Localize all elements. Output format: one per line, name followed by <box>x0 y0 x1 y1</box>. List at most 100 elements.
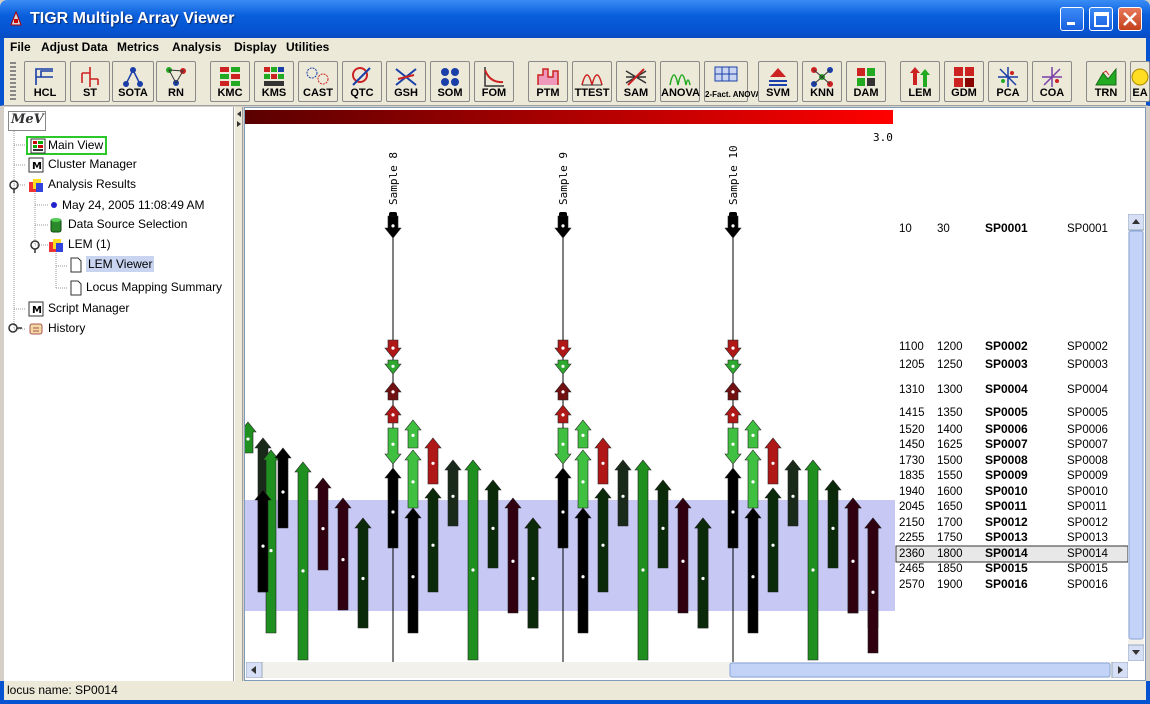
locus-id-cell[interactable]: SP0005 <box>1067 407 1108 419</box>
toolbar-st-button[interactable]: ST <box>70 61 110 102</box>
locus-end-cell[interactable]: 30 <box>937 223 950 235</box>
locus-name-cell[interactable]: SP0005 <box>985 405 1028 419</box>
locus-id-cell[interactable]: SP0004 <box>1067 384 1109 396</box>
tree-locus-summary[interactable]: Locus Mapping Summary <box>68 280 222 296</box>
menu-adjust-data[interactable]: Adjust Data <box>41 40 108 54</box>
tree-script-manager[interactable]: M Script Manager <box>28 301 129 317</box>
toolbar-cast-button[interactable]: CAST <box>298 61 338 102</box>
locus-name-cell[interactable]: SP0008 <box>985 453 1028 467</box>
locus-start-cell[interactable]: 2570 <box>899 579 925 591</box>
locus-start-cell[interactable]: 2360 <box>899 548 925 560</box>
locus-end-cell[interactable]: 1750 <box>937 532 963 544</box>
locus-end-cell[interactable]: 1500 <box>937 455 963 467</box>
locus-end-cell[interactable]: 1600 <box>937 486 963 498</box>
toolbar-kms-button[interactable]: KMS <box>254 61 294 102</box>
locus-end-cell[interactable]: 1350 <box>937 407 963 419</box>
toolbar-anova-button[interactable]: ANOVA <box>660 61 700 102</box>
locus-end-cell[interactable]: 1550 <box>937 470 963 482</box>
locus-id-cell[interactable]: SP0008 <box>1067 455 1108 467</box>
locus-end-cell[interactable]: 1625 <box>937 439 963 451</box>
locus-start-cell[interactable]: 1415 <box>899 407 925 419</box>
toolbar-ea-button[interactable]: EA <box>1130 61 1150 102</box>
toolbar-gsh-button[interactable]: GSH <box>386 61 426 102</box>
locus-id-cell[interactable]: SP0009 <box>1067 470 1108 482</box>
locus-id-cell[interactable]: SP0013 <box>1067 532 1108 544</box>
tree-data-source[interactable]: Data Source Selection <box>48 217 187 233</box>
toolbar-hcl-button[interactable]: HCL <box>24 61 66 102</box>
locus-end-cell[interactable]: 1850 <box>937 563 963 575</box>
toolbar-coa-button[interactable]: COA <box>1032 61 1072 102</box>
tree-history[interactable]: History <box>28 321 85 335</box>
locus-name-cell[interactable]: SP0006 <box>985 422 1028 436</box>
locus-arrow[interactable] <box>404 449 422 509</box>
menu-utilities[interactable]: Utilities <box>286 40 329 54</box>
locus-name-cell[interactable]: SP0009 <box>985 468 1028 482</box>
locus-start-cell[interactable]: 1205 <box>899 359 925 371</box>
locus-arrow[interactable] <box>764 437 782 485</box>
menu-metrics[interactable]: Metrics <box>117 40 159 54</box>
panel-splitter[interactable] <box>234 107 243 681</box>
menu-display[interactable]: Display <box>234 40 277 54</box>
locus-end-cell[interactable]: 1400 <box>937 424 963 436</box>
expand-analysis-icon[interactable] <box>7 178 23 194</box>
locus-end-cell[interactable]: 1900 <box>937 579 963 591</box>
locus-start-cell[interactable]: 1450 <box>899 439 925 451</box>
locus-name-cell[interactable]: SP0014 <box>985 546 1028 560</box>
minimize-button[interactable] <box>1060 7 1084 31</box>
locus-id-cell[interactable]: SP0006 <box>1067 424 1108 436</box>
toolbar-grip[interactable] <box>10 62 16 102</box>
locus-start-cell[interactable]: 2465 <box>899 563 925 575</box>
toolbar-rn-button[interactable]: RN <box>156 61 196 102</box>
toolbar-2-fact-anova-button[interactable]: 2-Fact. ANOVA <box>704 61 761 102</box>
locus-arrow[interactable] <box>384 427 402 465</box>
locus-name-cell[interactable]: SP0015 <box>985 561 1028 575</box>
locus-start-cell[interactable]: 1100 <box>899 341 924 353</box>
toolbar-dam-button[interactable]: DAM <box>846 61 886 102</box>
locus-name-cell[interactable]: SP0016 <box>985 577 1028 591</box>
vertical-scrollbar[interactable] <box>1127 213 1145 662</box>
locus-arrow[interactable] <box>424 437 442 485</box>
locus-end-cell[interactable]: 1300 <box>937 384 963 396</box>
tree-analysis-results[interactable]: Analysis Results <box>28 177 136 192</box>
locus-arrow[interactable] <box>594 437 612 485</box>
close-button[interactable] <box>1118 7 1142 31</box>
maximize-button[interactable] <box>1089 7 1113 31</box>
locus-name-cell[interactable]: SP0001 <box>985 221 1028 235</box>
locus-id-cell[interactable]: SP0011 <box>1067 501 1107 513</box>
locus-start-cell[interactable]: 2045 <box>899 501 925 513</box>
locus-start-cell[interactable]: 1940 <box>899 486 925 498</box>
locus-id-cell[interactable]: SP0010 <box>1067 486 1108 498</box>
locus-id-cell[interactable]: SP0015 <box>1067 563 1108 575</box>
locus-start-cell[interactable]: 2255 <box>899 532 925 544</box>
locus-start-cell[interactable]: 1835 <box>899 470 925 482</box>
toolbar-svm-button[interactable]: SVM <box>758 61 798 102</box>
horizontal-scrollbar[interactable] <box>245 661 1129 679</box>
locus-start-cell[interactable]: 1520 <box>899 424 925 436</box>
locus-id-cell[interactable]: SP0014 <box>1067 548 1109 560</box>
tree-main-view[interactable]: Main View <box>26 136 108 155</box>
locus-id-cell[interactable]: SP0002 <box>1067 341 1108 353</box>
menu-analysis[interactable]: Analysis <box>172 40 221 54</box>
locus-name-cell[interactable]: SP0012 <box>985 515 1028 529</box>
tree-lem[interactable]: LEM (1) <box>48 237 111 252</box>
toolbar-ttest-button[interactable]: TTEST <box>572 61 612 102</box>
tree-cluster-manager[interactable]: M Cluster Manager <box>28 157 137 173</box>
locus-arrow[interactable] <box>574 449 592 509</box>
locus-arrow[interactable] <box>245 421 257 454</box>
toolbar-qtc-button[interactable]: QTC <box>342 61 382 102</box>
expand-lem-icon[interactable] <box>28 238 44 254</box>
locus-end-cell[interactable]: 1800 <box>937 548 963 560</box>
menu-file[interactable]: File <box>10 40 31 54</box>
locus-start-cell[interactable]: 10 <box>899 223 912 235</box>
locus-map[interactable]: 3.0 Sample 8 Sample 9 Sample 10 10 30 SP0001 SP… <box>245 108 1145 680</box>
locus-end-cell[interactable]: 1250 <box>937 359 963 371</box>
toolbar-gdm-button[interactable]: GDM <box>944 61 984 102</box>
locus-id-cell[interactable]: SP0003 <box>1067 359 1108 371</box>
tree-lem-viewer[interactable]: LEM Viewer <box>68 256 155 273</box>
locus-end-cell[interactable]: 1700 <box>937 517 963 529</box>
locus-id-cell[interactable]: SP0012 <box>1067 517 1108 529</box>
tree-timestamp[interactable]: May 24, 2005 11:08:49 AM <box>50 198 205 212</box>
locus-start-cell[interactable]: 1730 <box>899 455 925 467</box>
locus-start-cell[interactable]: 2150 <box>899 517 925 529</box>
toolbar-sota-button[interactable]: SOTA <box>112 61 154 102</box>
